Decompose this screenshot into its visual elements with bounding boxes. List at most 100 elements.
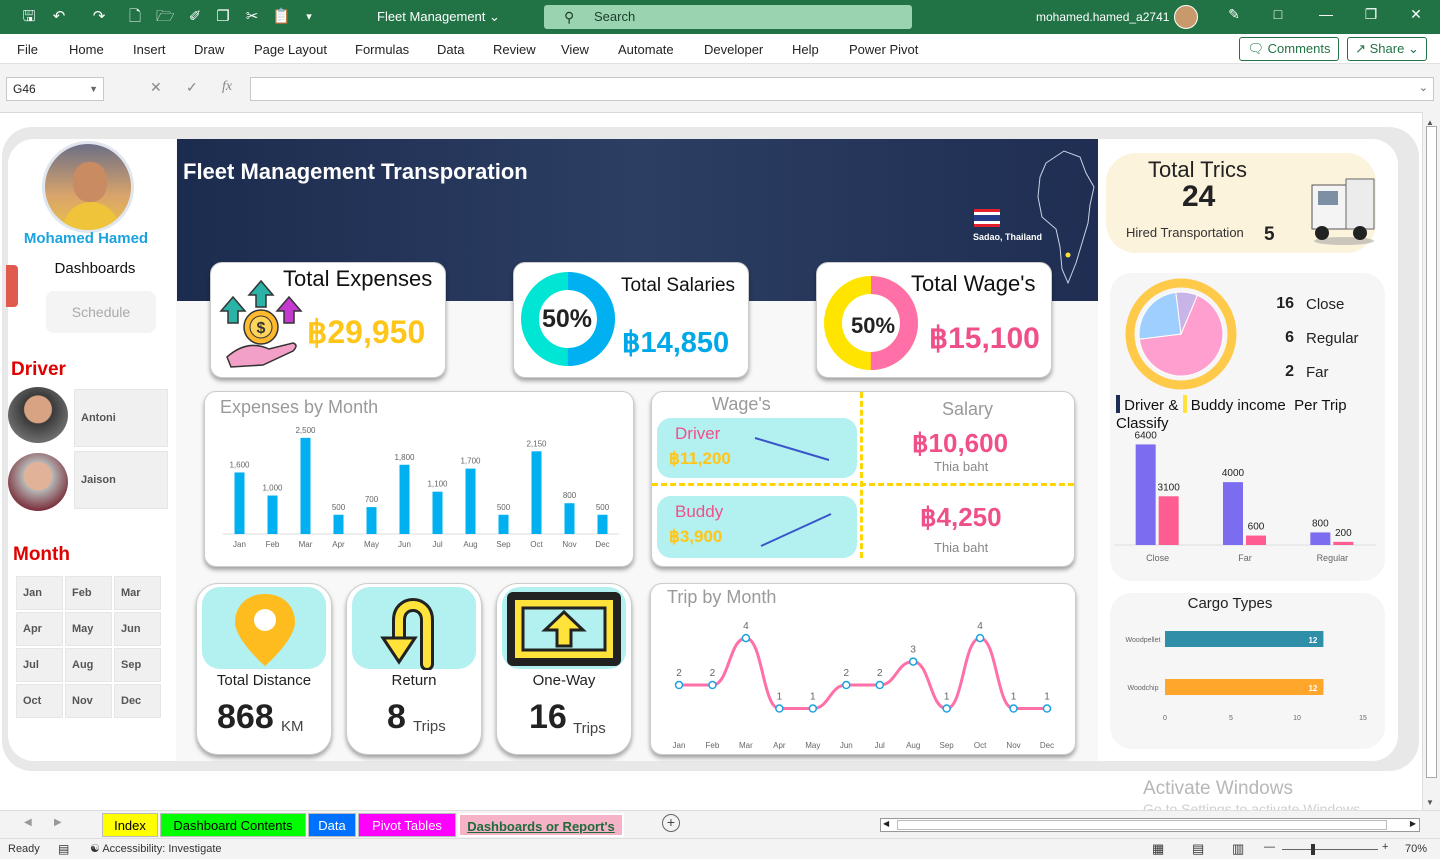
sheet-tab-5[interactable]: Dashboards or Report's (458, 813, 624, 837)
sheet-tab-2[interactable]: Dashboard Contents (160, 813, 306, 837)
accessibility-status[interactable]: ☯ Accessibility: Investigate (90, 842, 222, 855)
page-break-view-icon[interactable]: ▥ (1232, 841, 1244, 857)
tab-developer[interactable]: Developer (704, 42, 763, 57)
customize-qat-icon[interactable]: ▾ (300, 8, 318, 26)
driver-item-jaison[interactable]: Jaison (74, 451, 168, 509)
paste-icon[interactable]: 📋 (272, 8, 291, 26)
driver-item-antoni[interactable]: Antoni (74, 389, 168, 447)
x-tick-label: 15 (1359, 715, 1367, 722)
zoom-slider[interactable] (1282, 849, 1378, 850)
month-button-nov[interactable]: Nov (65, 684, 112, 718)
close-icon[interactable]: ✕ (1406, 6, 1426, 23)
new-file-icon[interactable]: 🗋 (126, 8, 144, 26)
share-button[interactable]: ↗ Share ⌄ (1347, 37, 1427, 61)
tab-help[interactable]: Help (792, 42, 819, 57)
tab-automate[interactable]: Automate (618, 42, 674, 57)
cut-icon[interactable]: ✂ (243, 8, 261, 26)
zoom-slider-thumb[interactable] (1311, 844, 1315, 855)
tab-insert[interactable]: Insert (133, 42, 166, 57)
add-sheet-icon[interactable]: + (662, 814, 680, 832)
buddy-wage: ฿3,900 (669, 527, 723, 546)
wages-title: Wage's (712, 394, 771, 414)
month-button-mar[interactable]: Mar (114, 576, 161, 610)
tile-value: 8 (387, 698, 406, 736)
search-box[interactable]: ⚲ Search (544, 5, 912, 29)
classify-card: Driver & Buddy income Per Trip Classify … (1110, 273, 1385, 581)
bar-mar (300, 437, 311, 534)
vertical-scrollbar[interactable]: ▲ ▼ (1422, 112, 1440, 810)
ribbon-display-icon[interactable]: □ (1268, 6, 1288, 22)
data-label: 4 (743, 621, 749, 632)
cancel-icon[interactable]: ✕ (150, 79, 162, 96)
pen-icon[interactable]: ✎ (1224, 6, 1244, 23)
classify-bar-chart: 6400 3100 Close 4000 600 Far 800 200 Regular (1114, 430, 1376, 563)
worksheet[interactable]: Mohamed Hamed Dashboards Schedule Driver… (0, 112, 1422, 810)
data-label: 2 (710, 668, 716, 679)
month-button-jun[interactable]: Jun (114, 612, 161, 646)
redo-icon[interactable]: ↷ (90, 8, 108, 26)
copy-icon[interactable]: ❐ (214, 8, 232, 26)
search-placeholder: Search (594, 9, 636, 24)
sheet-tab-4[interactable]: Pivot Tables (358, 813, 456, 837)
data-point-nov (1009, 704, 1018, 713)
insert-function-icon[interactable]: fx (222, 79, 232, 95)
classify-count: 6 (1285, 329, 1294, 346)
x-tick-label: Close (1146, 553, 1169, 563)
comments-button[interactable]: 🗨 Comments (1239, 37, 1339, 61)
tab-page-layout[interactable]: Page Layout (254, 42, 327, 57)
tab-power-pivot[interactable]: Power Pivot (849, 42, 918, 57)
kpi-title: Total Salaries (621, 275, 736, 296)
formula-input[interactable]: ⌄ (250, 77, 1434, 101)
tab-review[interactable]: Review (493, 42, 536, 57)
x-tick-label: Nov (1006, 741, 1020, 750)
classify-label: Far (1306, 364, 1329, 381)
account-name[interactable]: mohamed.hamed_a2741 (1036, 10, 1169, 24)
data-label: 1 (1011, 692, 1017, 703)
month-button-dec[interactable]: Dec (114, 684, 161, 718)
account-avatar[interactable] (1174, 5, 1198, 29)
nav-schedule[interactable]: Schedule (46, 291, 156, 333)
month-button-jul[interactable]: Jul (16, 648, 63, 682)
restore-icon[interactable]: ❐ (1361, 6, 1381, 23)
month-button-may[interactable]: May (65, 612, 112, 646)
tab-home[interactable]: Home (69, 42, 104, 57)
nav-dashboards[interactable]: Dashboards (10, 260, 180, 277)
page-layout-view-icon[interactable]: ▤ (1192, 841, 1204, 857)
tab-file[interactable]: File (17, 42, 38, 57)
month-button-oct[interactable]: Oct (16, 684, 63, 718)
macro-icon[interactable]: ▤ (58, 842, 69, 856)
undo-icon[interactable]: ↶ (50, 8, 68, 26)
month-button-feb[interactable]: Feb (65, 576, 112, 610)
bar-apr (333, 514, 344, 534)
zoom-level[interactable]: 70% (1405, 843, 1427, 855)
x-tick-label: 5 (1229, 715, 1233, 722)
driver-wage: ฿11,200 (669, 449, 731, 468)
save-icon[interactable]: 🖫 (20, 8, 38, 26)
month-button-aug[interactable]: Aug (65, 648, 112, 682)
next-sheet-icon[interactable]: ▶ (54, 817, 62, 828)
normal-view-icon[interactable]: ▦ (1152, 841, 1164, 857)
format-painter-icon[interactable]: ✐ (186, 8, 204, 26)
enter-icon[interactable]: ✓ (186, 79, 198, 96)
location-pin-icon (235, 594, 295, 666)
month-button-apr[interactable]: Apr (16, 612, 63, 646)
minimize-icon[interactable]: — (1316, 6, 1336, 22)
sheet-tab-1[interactable]: Index (102, 813, 158, 837)
month-button-sep[interactable]: Sep (114, 648, 161, 682)
bar-jan (234, 472, 245, 534)
data-label: 800 (1312, 518, 1329, 529)
zoom-out-icon[interactable]: — (1264, 841, 1275, 853)
name-box[interactable]: G46 ▼ (6, 77, 104, 101)
zoom-in-icon[interactable]: + (1382, 841, 1388, 853)
data-label: 12 (1308, 684, 1317, 693)
tab-draw[interactable]: Draw (194, 42, 224, 57)
prev-sheet-icon[interactable]: ◀ (24, 817, 32, 828)
horizontal-scrollbar[interactable]: ◀ ▶ (880, 818, 1420, 832)
sheet-tab-3[interactable]: Data (308, 813, 356, 837)
tab-data[interactable]: Data (437, 42, 464, 57)
month-button-jan[interactable]: Jan (16, 576, 63, 610)
open-folder-icon[interactable]: 🗁 (156, 8, 175, 26)
document-title[interactable]: Fleet Management ⌄ (377, 9, 500, 25)
tab-formulas[interactable]: Formulas (355, 42, 409, 57)
tab-view[interactable]: View (561, 42, 589, 57)
